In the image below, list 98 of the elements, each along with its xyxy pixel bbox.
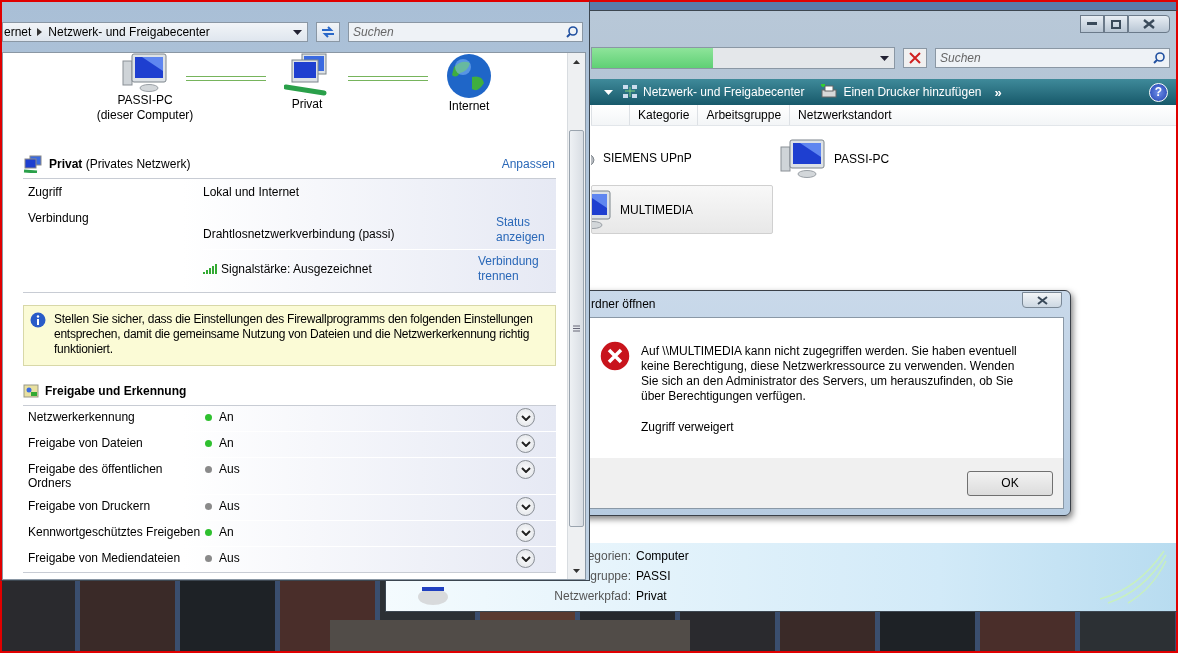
scroll-up-icon: [573, 59, 580, 64]
close-icon: [1036, 295, 1048, 305]
signal-icon: [203, 264, 217, 274]
network-icon: [284, 53, 330, 97]
globe-icon: [446, 53, 492, 99]
scrollbar[interactable]: [567, 53, 585, 579]
expand-button[interactable]: [516, 549, 535, 568]
network-icon: [622, 84, 638, 100]
expand-button[interactable]: [516, 460, 535, 479]
info-icon: [30, 312, 46, 328]
error-detail: Zugriff verweigert: [641, 420, 735, 434]
scroll-thumb[interactable]: [569, 130, 584, 527]
chevron-icon: [520, 466, 531, 473]
chevron-icon: [37, 28, 43, 36]
sharing-icon: [23, 383, 39, 399]
detail-label: gruppe:: [590, 569, 631, 585]
node-sublabel: (dieser Computer): [96, 108, 194, 123]
setting-status: An: [219, 525, 234, 539]
breadcrumb-bar[interactable]: ernet Netzwerk- und Freigabecenter: [2, 22, 308, 42]
minimize-button[interactable]: [1080, 15, 1104, 33]
expand-button[interactable]: [516, 434, 535, 453]
search-field[interactable]: Suchen: [348, 22, 583, 42]
refresh-button[interactable]: [316, 22, 340, 42]
setting-label: Kennwortgeschütztes Freigeben: [28, 525, 202, 539]
row-label: Zugriff: [28, 185, 63, 199]
status-link[interactable]: Status anzeigen: [496, 215, 544, 245]
expand-button[interactable]: [516, 497, 535, 516]
refresh-icon: [321, 26, 335, 38]
section-title: Freigabe und Erkennung: [45, 384, 187, 398]
close-button[interactable]: [1022, 292, 1062, 308]
column-header[interactable]: Netzwerkstandort: [789, 105, 900, 125]
chevron-icon: [520, 555, 531, 562]
chevron-icon: [520, 503, 531, 510]
scroll-down-icon: [573, 568, 580, 573]
expand-button[interactable]: [516, 408, 535, 427]
maximize-icon: [1111, 19, 1121, 29]
node-label: Internet: [448, 99, 490, 114]
signal-strength: Signalstärke: Ausgezeichnet: [221, 262, 372, 276]
row-label: Verbindung: [28, 210, 90, 227]
error-icon: [599, 340, 631, 372]
swoosh-drawing: [1098, 549, 1168, 605]
item-label: PASSI-PC: [834, 152, 890, 166]
detail-label: Netzwerkpfad:: [554, 589, 631, 605]
node-label: PASSI-PC: [117, 93, 173, 108]
network-name: Privat (Privates Netzwerk): [49, 157, 191, 171]
chevron-icon: [520, 414, 531, 421]
close-icon: [909, 52, 921, 64]
search-field[interactable]: Suchen: [935, 48, 1170, 68]
setting-label: Netzwerkerkennung: [28, 410, 136, 424]
chevron-icon: [520, 440, 531, 447]
dialog-title: rdner öffnen: [591, 297, 656, 311]
setting-status: An: [219, 410, 234, 424]
setting-status: Aus: [219, 462, 240, 476]
setting-label: Freigabe von Mediendateien: [28, 551, 182, 565]
customize-link[interactable]: Anpassen: [501, 157, 555, 171]
connection-name: Drahtlosnetzwerkverbindung (passi): [203, 227, 395, 241]
expand-button[interactable]: [516, 523, 535, 542]
setting-status: An: [219, 436, 234, 450]
setting-status: Aus: [219, 499, 240, 513]
close-button[interactable]: [1128, 15, 1170, 33]
grip-icon: [573, 325, 580, 332]
setting-label: Freigabe des öffentlichen Ordners: [28, 462, 164, 490]
network-item[interactable]: MULTIMEDIA: [591, 185, 773, 234]
stop-button[interactable]: [903, 48, 927, 68]
error-message: Auf \\MULTIMEDIA kann nicht zugegriffen werden. Sie haben eventuell keine Berechtigung, diese Netzwerkressource zu verwenden. Wenden Sie sich an den Administrator des Servers, um herauszufinden, ob Sie über Berechtigungen verfügen.: [641, 344, 1018, 404]
disconnect-link[interactable]: Verbindung trennen: [478, 254, 544, 284]
info-text: Stellen Sie sicher, dass die Einstellungen des Firewallprogramms den folgenden Einstellungen entsprechen, damit die gemeinsame Nutzung von Dateien und die Netzwerkerkennung richtig funktioniert.: [54, 312, 534, 357]
ok-button[interactable]: OK: [967, 470, 1053, 496]
dropdown-icon: [292, 29, 302, 35]
detail-value: Computer: [636, 549, 690, 565]
caret-icon: [604, 89, 613, 95]
search-icon: [1153, 52, 1165, 64]
item-label: SIEMENS UPnP: [603, 151, 692, 165]
column-header[interactable]: Arbeitsgruppe: [697, 105, 790, 125]
search-icon: [566, 26, 578, 38]
item-label: MULTIMEDIA: [620, 202, 694, 217]
network-item[interactable]: PASSI-PC: [780, 139, 890, 179]
setting-status: Aus: [219, 551, 240, 565]
breadcrumb-item[interactable]: Netzwerk- und Freigabecenter: [42, 25, 216, 39]
maximize-button[interactable]: [1104, 15, 1128, 33]
toolbar-button[interactable]: Einen Drucker hinzufügen: [817, 82, 985, 102]
breadcrumb-item[interactable]: ernet: [3, 25, 38, 39]
column-header[interactable]: Kategorie: [629, 105, 698, 125]
close-icon: [1143, 19, 1155, 29]
printer-icon: [820, 84, 839, 100]
setting-label: Freigabe von Druckern: [28, 499, 152, 513]
network-icon: [23, 155, 43, 173]
dropdown-icon: [879, 55, 889, 61]
detail-value: PASSI: [636, 569, 672, 585]
toolbar-button[interactable]: Netzwerk- und Freigabecenter: [619, 82, 808, 102]
detail-value: Privat: [636, 589, 668, 605]
chevron-icon: [520, 529, 531, 536]
more-button[interactable]: »: [994, 84, 1002, 100]
setting-label: Freigabe von Dateien: [28, 436, 144, 450]
minimize-icon: [1087, 22, 1097, 26]
row-value: Lokal und Internet: [203, 185, 301, 199]
node-label: Privat: [291, 97, 323, 112]
help-button[interactable]: ?: [1149, 82, 1168, 102]
